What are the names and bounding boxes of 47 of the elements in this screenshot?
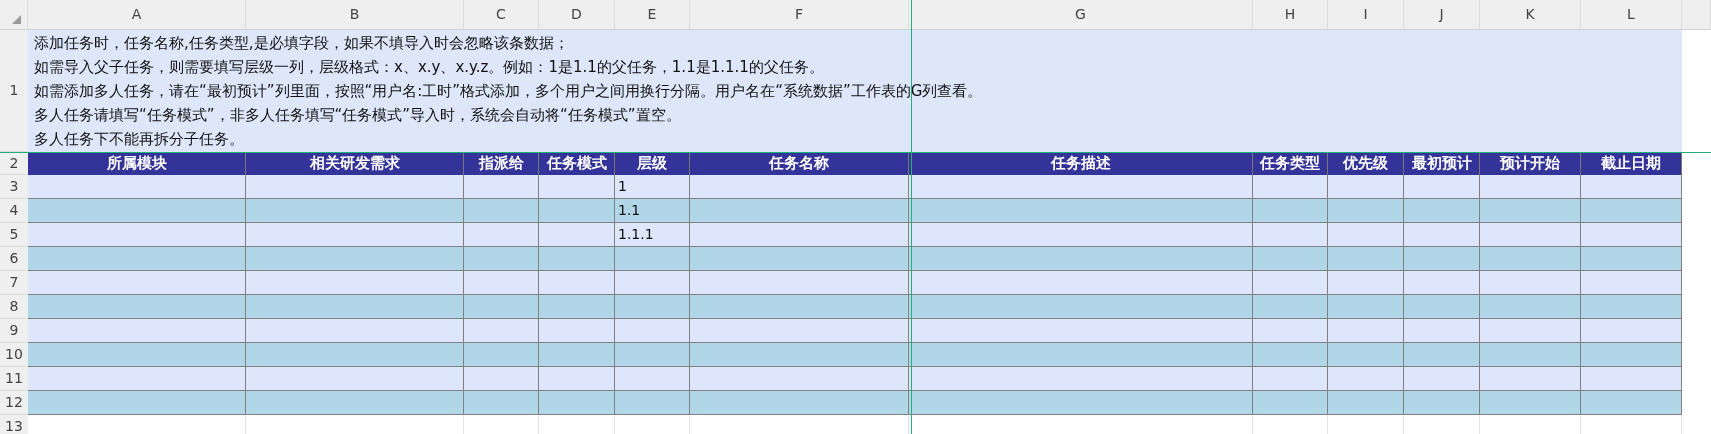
table-cell: 1	[615, 175, 690, 199]
row-header[interactable]: 13	[0, 415, 28, 434]
row-header[interactable]: 11	[0, 367, 28, 391]
table-header-cell: 任务模式	[539, 152, 615, 175]
row-header[interactable]: 1	[0, 30, 28, 152]
row-header[interactable]: 9	[0, 319, 28, 343]
note-text: 多人任务请填写“任务模式”，非多人任务填写“任务模式”导入时，系统会自动将“任务模式”置空。	[34, 105, 682, 126]
column-header[interactable]: D	[539, 0, 615, 30]
table-header-cell: 截止日期	[1581, 152, 1682, 175]
row-header[interactable]: 3	[0, 175, 28, 199]
column-header[interactable]: I	[1328, 0, 1404, 30]
column-header[interactable]: E	[615, 0, 690, 30]
column-header[interactable]: B	[246, 0, 464, 30]
column-header[interactable]: J	[1404, 0, 1480, 30]
select-all-icon[interactable]	[12, 15, 21, 24]
row-header[interactable]: 8	[0, 295, 28, 319]
column-header[interactable]: F	[690, 0, 909, 30]
row-header[interactable]: 2	[0, 152, 28, 175]
row-header[interactable]: 5	[0, 223, 28, 247]
table-header-cell: 预计开始	[1480, 152, 1581, 175]
table-cell: 1.1.1	[615, 223, 690, 247]
note-text: 如需添加多人任务，请在“最初预计”列里面，按照“用户名:工时”格式添加，多个用户之间用换行分隔。用户名在“系统数据”工作表的G列查看。	[34, 81, 984, 102]
note-text: 多人任务下不能再拆分子任务。	[34, 129, 245, 150]
note-text: 如需导入父子任务，则需要填写层级一列，层级格式：x、x.y、x.y.z。例如：1是1.1的父任务，1.1是1.1.1的父任务。	[34, 57, 825, 78]
table-header-cell: 层级	[615, 152, 690, 175]
column-header[interactable]: H	[1253, 0, 1328, 30]
row-header[interactable]: 6	[0, 247, 28, 271]
table-header-cell: 相关研发需求	[246, 152, 464, 175]
table-header-cell: 任务描述	[909, 152, 1253, 175]
row-header[interactable]: 7	[0, 271, 28, 295]
column-header[interactable]: A	[28, 0, 246, 30]
column-header[interactable]: K	[1480, 0, 1581, 30]
table-cell: 1.1	[615, 199, 690, 223]
table-header-cell: 任务类型	[1253, 152, 1328, 175]
table-header-cell: 指派给	[464, 152, 539, 175]
table-header-cell: 最初预计	[1404, 152, 1480, 175]
table-header-cell: 任务名称	[690, 152, 909, 175]
row-header[interactable]: 4	[0, 199, 28, 223]
column-header[interactable]: C	[464, 0, 539, 30]
table-header-cell: 所属模块	[28, 152, 246, 175]
column-header[interactable]: L	[1581, 0, 1682, 30]
row-header[interactable]: 10	[0, 343, 28, 367]
table-header-cell: 优先级	[1328, 152, 1404, 175]
column-header[interactable]: G	[909, 0, 1253, 30]
row-header[interactable]: 12	[0, 391, 28, 415]
column-header-background	[1682, 0, 1711, 30]
note-text: 添加任务时，任务名称,任务类型,是必填字段，如果不填导入时会忽略该条数据；	[34, 33, 570, 54]
